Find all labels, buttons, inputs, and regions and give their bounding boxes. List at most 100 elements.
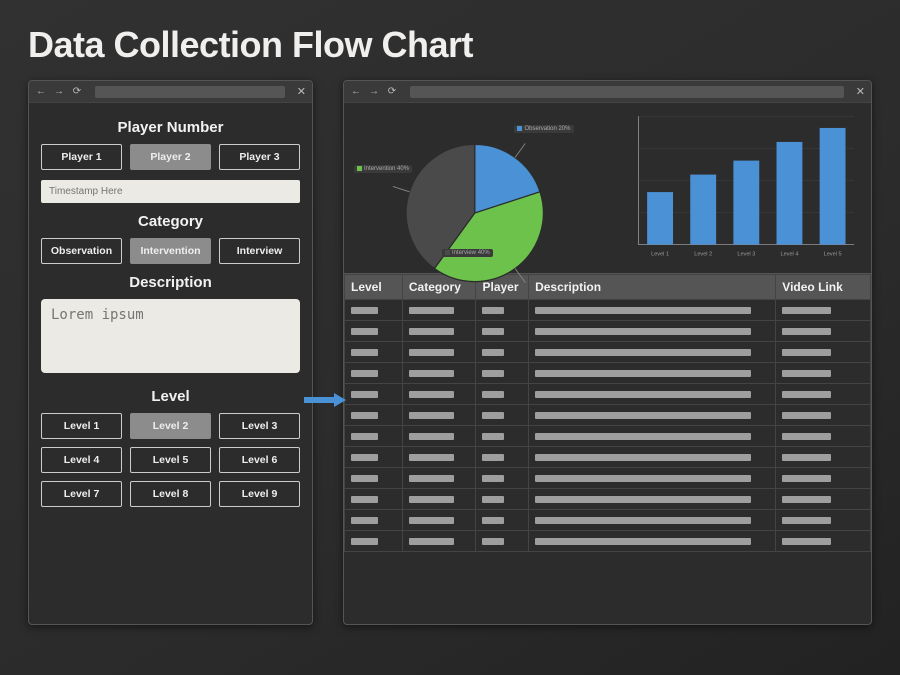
forward-icon[interactable]: → <box>368 87 380 97</box>
cell-placeholder <box>535 454 750 461</box>
description-heading: Description <box>41 274 300 291</box>
forward-icon[interactable]: → <box>53 87 65 97</box>
cell-placeholder <box>351 517 378 524</box>
cell-placeholder <box>482 433 504 440</box>
category-option-observation[interactable]: Observation <box>41 238 122 264</box>
back-icon[interactable]: ← <box>35 87 47 97</box>
cell-placeholder <box>482 475 504 482</box>
url-bar[interactable] <box>95 86 285 98</box>
cell-placeholder <box>409 349 454 356</box>
table-row <box>345 342 871 363</box>
level-option-8[interactable]: Level 8 <box>130 481 211 507</box>
cell-placeholder <box>782 433 831 440</box>
level-option-9[interactable]: Level 9 <box>219 481 300 507</box>
level-option-5[interactable]: Level 5 <box>130 447 211 473</box>
cell-placeholder <box>409 412 454 419</box>
level-option-1[interactable]: Level 1 <box>41 413 122 439</box>
pie-legend-observation: Observation 20% <box>514 125 573 133</box>
cell-placeholder <box>535 475 750 482</box>
cell-placeholder <box>482 391 504 398</box>
cell-placeholder <box>482 517 504 524</box>
cell-placeholder <box>482 412 504 419</box>
col-video-link: Video Link <box>776 275 871 300</box>
player-button-row: Player 1 Player 2 Player 3 <box>41 144 300 170</box>
back-icon[interactable]: ← <box>350 87 362 97</box>
svg-text:Level 2: Level 2 <box>694 252 712 258</box>
cell-placeholder <box>535 391 750 398</box>
dashboard-window: ← → ⟳ ✕ Observation 20% Intervention 40% <box>343 80 872 625</box>
cell-placeholder <box>535 496 750 503</box>
cell-placeholder <box>782 349 831 356</box>
cell-placeholder <box>535 412 750 419</box>
cell-placeholder <box>351 349 378 356</box>
cell-placeholder <box>782 412 831 419</box>
cell-placeholder <box>782 307 831 314</box>
table-row <box>345 405 871 426</box>
table-row <box>345 426 871 447</box>
pie-legend-interview: Interview 40% <box>442 249 493 257</box>
cell-placeholder <box>782 370 831 377</box>
cell-placeholder <box>535 538 750 545</box>
cell-placeholder <box>782 475 831 482</box>
category-option-interview[interactable]: Interview <box>219 238 300 264</box>
cell-placeholder <box>535 328 750 335</box>
cell-placeholder <box>409 496 454 503</box>
cell-placeholder <box>409 538 454 545</box>
cell-placeholder <box>351 454 378 461</box>
cell-placeholder <box>351 328 378 335</box>
player-option-3[interactable]: Player 3 <box>219 144 300 170</box>
cell-placeholder <box>409 391 454 398</box>
cell-placeholder <box>482 496 504 503</box>
level-option-4[interactable]: Level 4 <box>41 447 122 473</box>
cell-placeholder <box>535 433 750 440</box>
cell-placeholder <box>482 328 504 335</box>
cell-placeholder <box>351 475 378 482</box>
cell-placeholder <box>782 517 831 524</box>
cell-placeholder <box>409 328 454 335</box>
svg-text:Level 5: Level 5 <box>823 252 841 258</box>
category-option-intervention[interactable]: Intervention <box>130 238 211 264</box>
form-window: ← → ⟳ ✕ Player Number Player 1 Player 2 … <box>28 80 313 625</box>
svg-text:Level 1: Level 1 <box>651 252 669 258</box>
cell-placeholder <box>482 370 504 377</box>
cell-placeholder <box>482 538 504 545</box>
pie-chart: Observation 20% Intervention 40% Intervi… <box>350 107 600 265</box>
cell-placeholder <box>782 328 831 335</box>
cell-placeholder <box>409 475 454 482</box>
cell-placeholder <box>535 349 750 356</box>
dashboard-window-titlebar: ← → ⟳ ✕ <box>344 81 871 103</box>
player-option-2[interactable]: Player 2 <box>130 144 211 170</box>
player-number-heading: Player Number <box>41 119 300 136</box>
table-row <box>345 531 871 552</box>
svg-text:Level 4: Level 4 <box>780 252 798 258</box>
refresh-icon[interactable]: ⟳ <box>386 87 398 97</box>
close-icon[interactable]: ✕ <box>856 85 865 98</box>
cell-placeholder <box>482 454 504 461</box>
cell-placeholder <box>782 538 831 545</box>
level-grid: Level 1 Level 2 Level 3 Level 4 Level 5 … <box>41 413 300 507</box>
close-icon[interactable]: ✕ <box>297 85 306 98</box>
level-option-6[interactable]: Level 6 <box>219 447 300 473</box>
cell-placeholder <box>351 433 378 440</box>
level-option-7[interactable]: Level 7 <box>41 481 122 507</box>
cell-placeholder <box>351 496 378 503</box>
url-bar[interactable] <box>410 86 844 98</box>
table-row <box>345 489 871 510</box>
bar-chart: Level 1 Level 2 Level 3 Level 4 Level 5 <box>616 107 866 265</box>
cell-placeholder <box>351 538 378 545</box>
level-option-3[interactable]: Level 3 <box>219 413 300 439</box>
cell-placeholder <box>409 370 454 377</box>
cell-placeholder <box>351 412 378 419</box>
table-row <box>345 384 871 405</box>
timestamp-input[interactable] <box>41 180 300 203</box>
level-option-2[interactable]: Level 2 <box>130 413 211 439</box>
table-row <box>345 468 871 489</box>
description-input[interactable] <box>41 299 300 373</box>
svg-text:Level 3: Level 3 <box>737 252 755 258</box>
player-option-1[interactable]: Player 1 <box>41 144 122 170</box>
form-window-titlebar: ← → ⟳ ✕ <box>29 81 312 103</box>
cell-placeholder <box>351 370 378 377</box>
cell-placeholder <box>409 433 454 440</box>
refresh-icon[interactable]: ⟳ <box>71 87 83 97</box>
table-row <box>345 447 871 468</box>
